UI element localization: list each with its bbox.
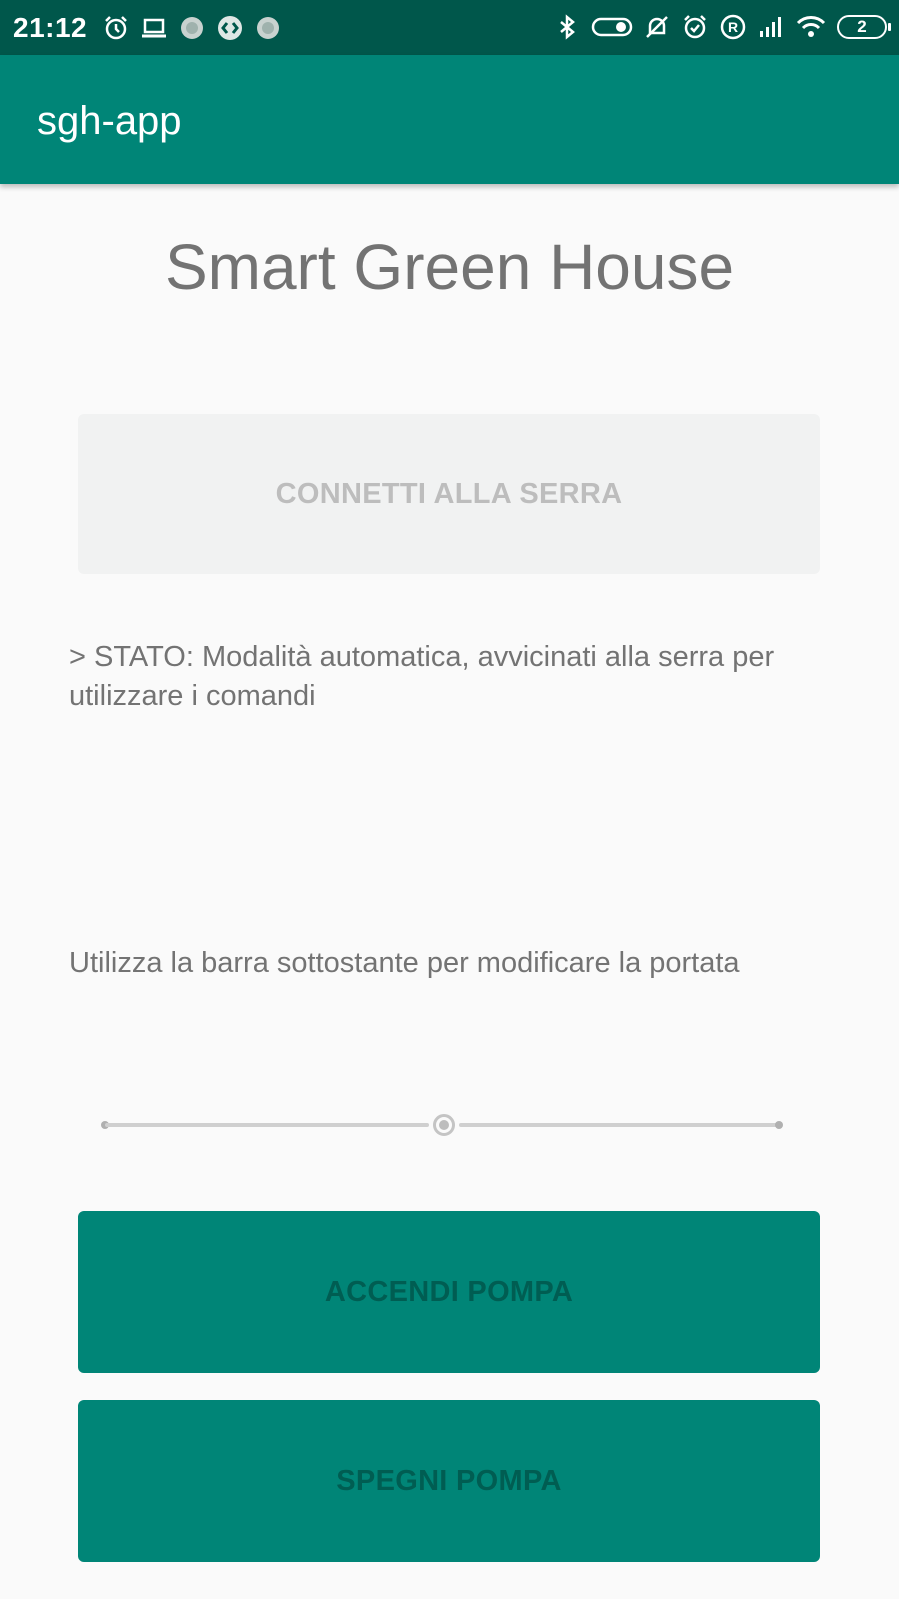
roaming-r-icon: R xyxy=(719,13,747,41)
svg-text:R: R xyxy=(728,19,738,35)
pump-on-button[interactable]: ACCENDI POMPA xyxy=(78,1211,820,1373)
status-bar: 21:12 R 2 xyxy=(0,0,899,55)
bluetooth-icon xyxy=(553,13,581,41)
status-text: > STATO: Modalità automatica, avvicinati… xyxy=(69,641,775,712)
app-title: sgh-app xyxy=(37,99,182,143)
silent-bell-icon xyxy=(643,13,671,41)
alarm-icon xyxy=(102,14,130,42)
wifi-icon xyxy=(795,13,827,41)
signal-icon xyxy=(757,13,785,41)
slider-thumb[interactable] xyxy=(433,1114,455,1136)
flow-rate-slider[interactable] xyxy=(101,1110,795,1140)
notification-dot-icon xyxy=(178,14,206,42)
shazam-icon xyxy=(216,14,244,42)
pump-off-button[interactable]: SPEGNI POMPA xyxy=(78,1400,820,1562)
laptop-icon xyxy=(140,14,168,42)
status-left-icons xyxy=(102,14,282,42)
notification-dot-icon xyxy=(254,14,282,42)
connect-greenhouse-button[interactable]: CONNETTI ALLA SERRA xyxy=(78,414,820,574)
battery-icon: 2 xyxy=(837,15,891,39)
alarm-icon xyxy=(681,13,709,41)
slider-track-left xyxy=(105,1123,429,1127)
slider-end-tick xyxy=(775,1121,783,1129)
flow-hint-text: Utilizza la barra sottostante per modifi… xyxy=(69,947,740,979)
toggle-icon xyxy=(591,13,633,41)
slider-track-right xyxy=(459,1123,777,1127)
status-right-icons: R 2 xyxy=(553,12,891,42)
app-bar: sgh-app xyxy=(0,55,899,184)
page-title: Smart Green House xyxy=(164,231,735,303)
status-time: 21:12 xyxy=(13,12,88,43)
